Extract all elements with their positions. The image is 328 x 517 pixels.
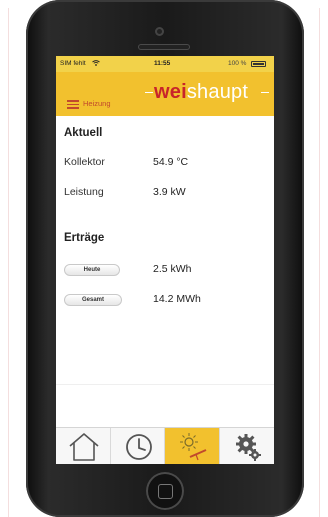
tab-schedule[interactable] — [111, 428, 165, 464]
menu-label[interactable]: Heizung — [83, 99, 111, 108]
tab-solar[interactable] — [165, 428, 220, 464]
hamburger-menu-icon[interactable] — [67, 100, 79, 109]
today-value: 2.5 kWh — [153, 263, 192, 275]
carrier-text: SIM fehlt — [60, 60, 86, 67]
current-section-title: Aktuell — [64, 127, 103, 139]
home-hardware-button[interactable] — [146, 472, 184, 510]
clock-icon — [125, 434, 152, 460]
app-screen: SIM fehlt 11:55 100 % Heizung weishaupt … — [56, 56, 274, 464]
today-button[interactable]: Heute — [64, 264, 120, 276]
battery-icon — [251, 61, 266, 67]
status-time: 11:55 — [154, 60, 171, 67]
solar-collector-icon — [180, 433, 207, 461]
total-value: 14.2 MWh — [153, 293, 201, 305]
tab-home[interactable] — [56, 428, 111, 464]
faint-divider — [56, 384, 274, 385]
total-button[interactable]: Gesamt — [64, 294, 122, 306]
gears-icon — [235, 434, 261, 461]
camera-icon — [155, 27, 164, 36]
collector-label: Kollektor — [64, 156, 105, 168]
power-value: 3.9 kW — [153, 186, 186, 198]
home-icon — [69, 433, 99, 461]
collector-value: 54.9 °C — [153, 156, 189, 168]
status-bar: SIM fehlt 11:55 100 % — [56, 56, 274, 72]
tab-settings[interactable] — [220, 428, 275, 464]
speaker-grille — [138, 44, 190, 50]
brand-logo: weishaupt — [154, 81, 249, 103]
logo-dash-left — [145, 92, 153, 93]
tab-bar — [56, 427, 274, 464]
app-header: Heizung weishaupt — [56, 72, 274, 116]
main-content: Aktuell Kollektor 54.9 °C Leistung 3.9 k… — [56, 116, 274, 418]
yields-section-title: Erträge — [64, 232, 105, 244]
battery-percent: 100 % — [228, 60, 247, 67]
wifi-icon — [92, 60, 100, 66]
power-label: Leistung — [64, 186, 104, 198]
logo-dash-right — [261, 92, 269, 93]
